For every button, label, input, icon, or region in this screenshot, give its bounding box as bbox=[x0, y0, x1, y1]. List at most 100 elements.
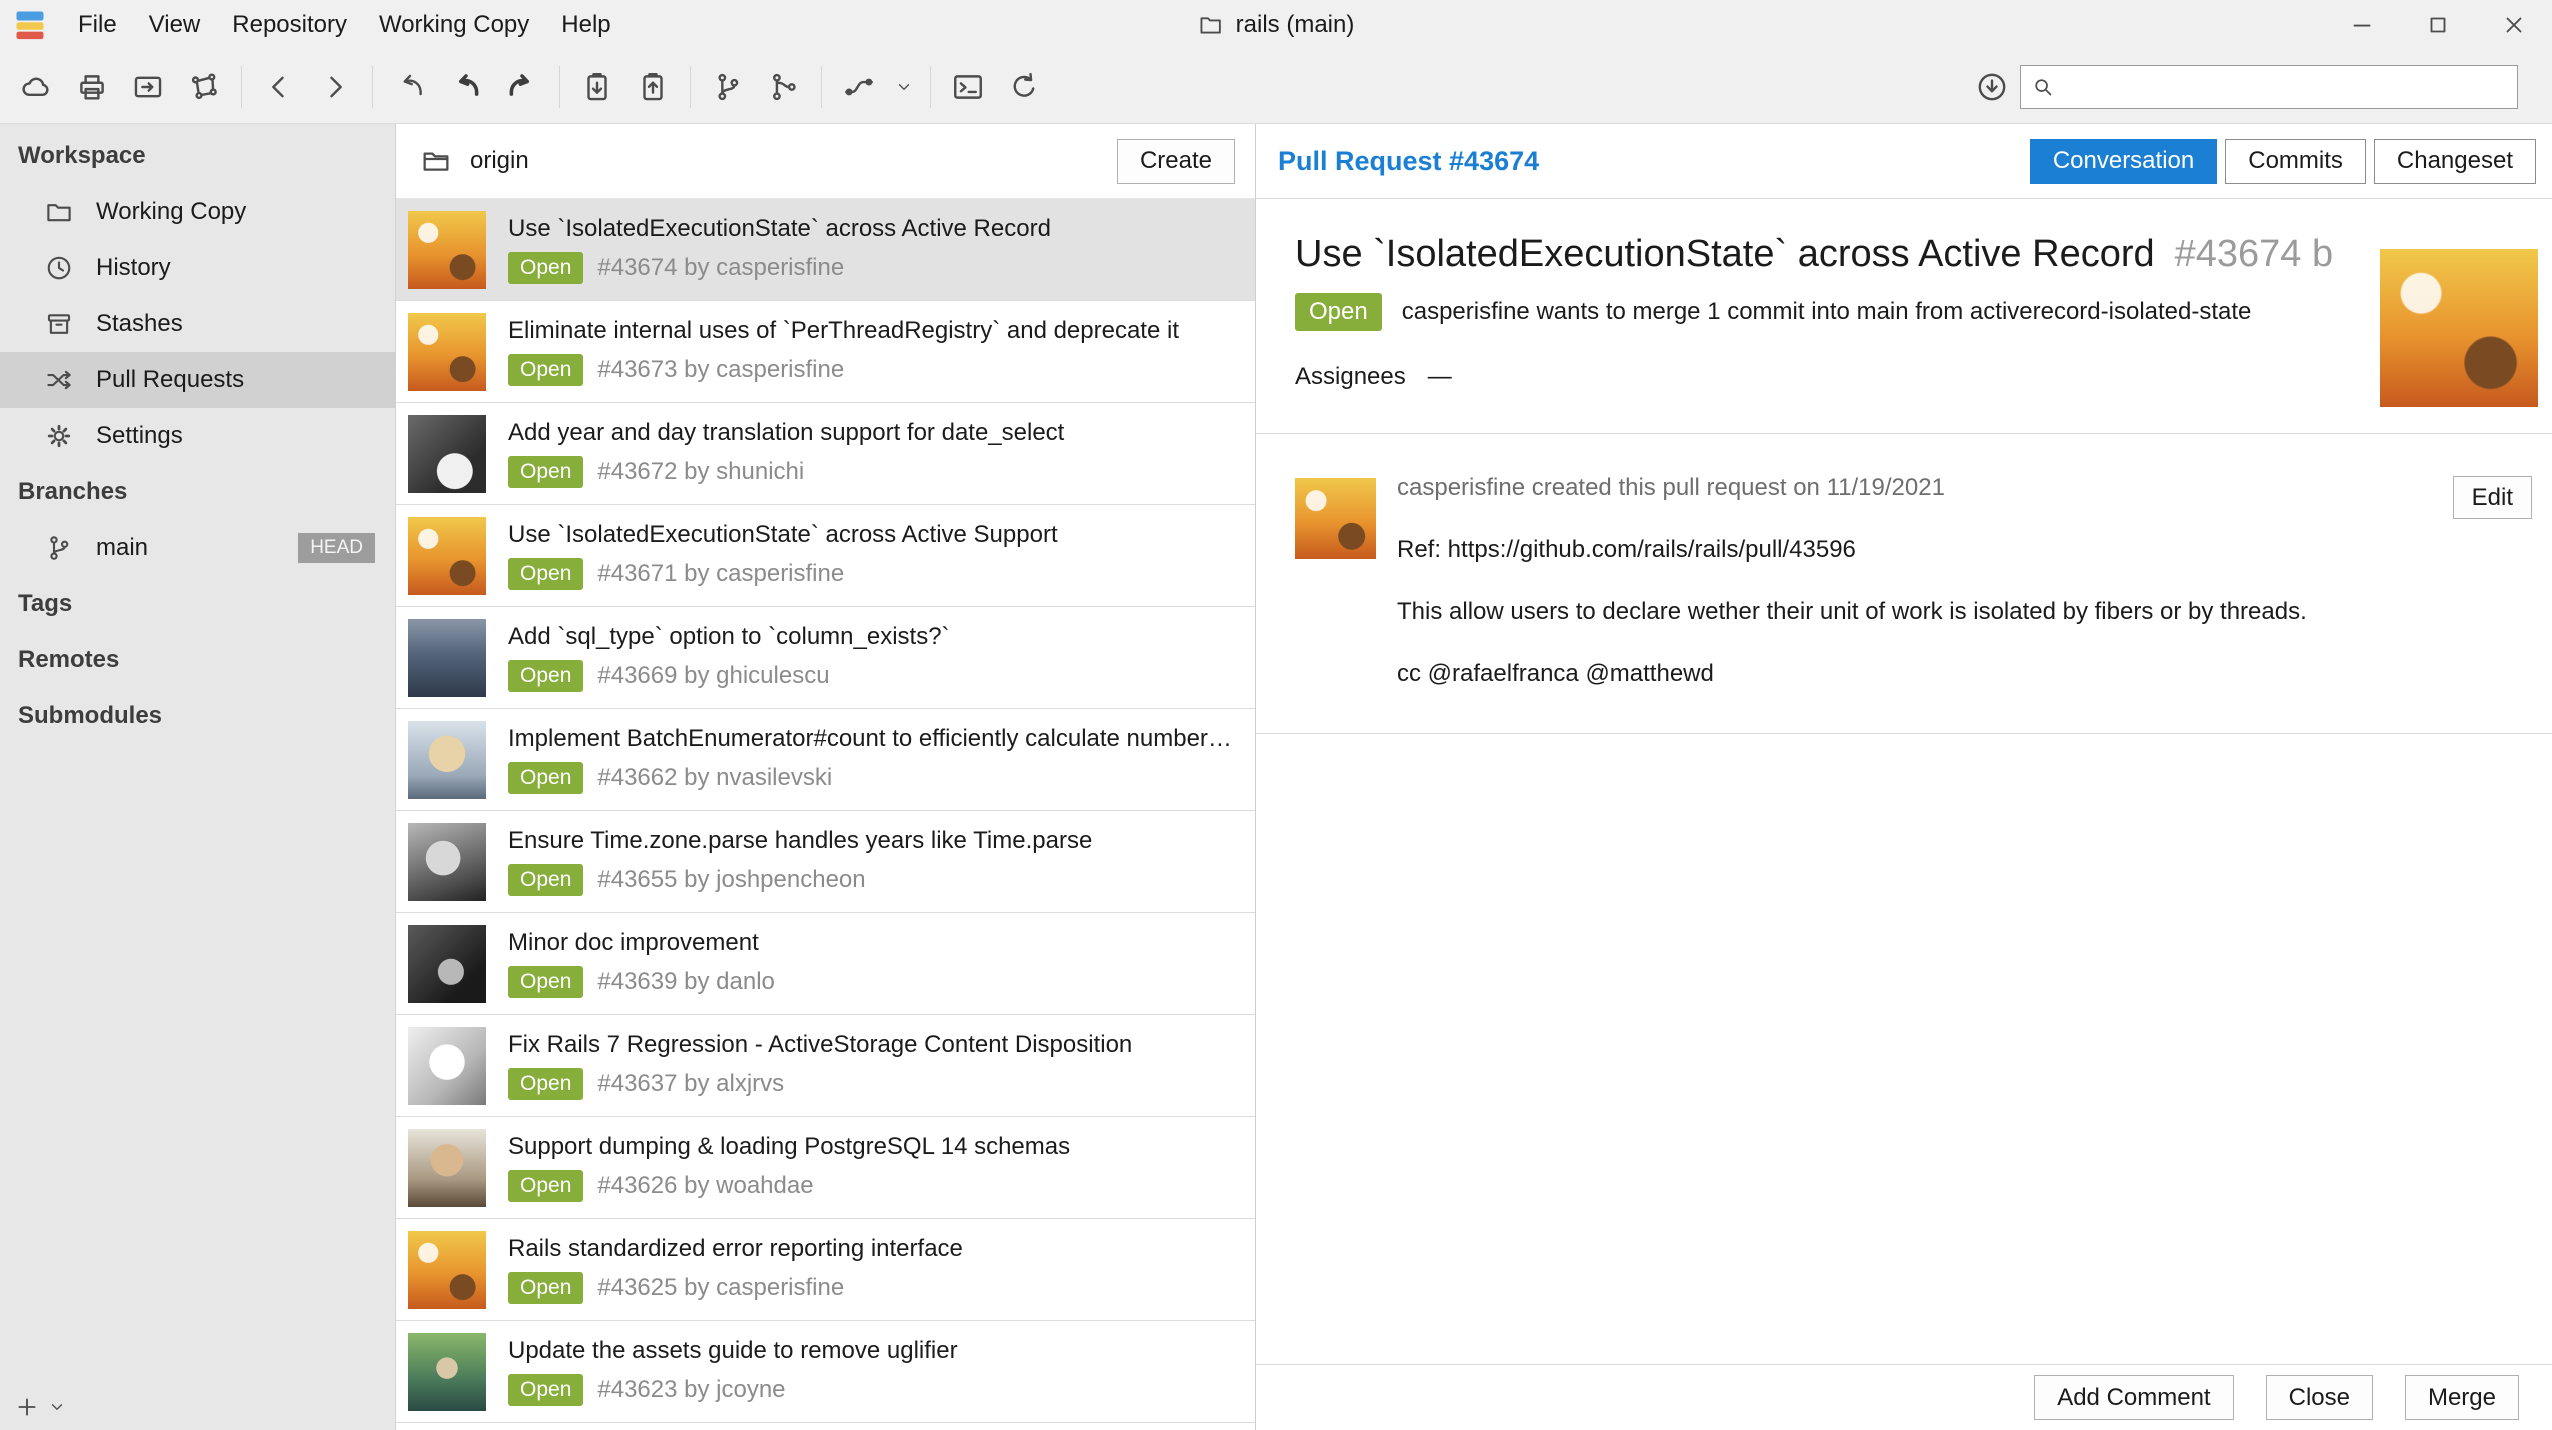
pull-request-item[interactable]: Fix Rails 7 Regression - ActiveStorage C… bbox=[396, 1015, 1255, 1117]
network-button[interactable] bbox=[176, 59, 232, 115]
pop-stash-button[interactable] bbox=[625, 59, 681, 115]
pr-item-title: Ensure Time.zone.parse handles years lik… bbox=[508, 827, 1243, 855]
pr-item-title: Use `IsolatedExecutionState` across Acti… bbox=[508, 521, 1243, 549]
terminal-button[interactable] bbox=[940, 59, 996, 115]
toolbar bbox=[0, 50, 2552, 124]
menu-items: File View Repository Working Copy Help bbox=[62, 0, 627, 50]
avatar bbox=[408, 1129, 486, 1207]
sidebar-section-branches[interactable]: Branches bbox=[0, 464, 395, 520]
merge-icon bbox=[767, 70, 801, 104]
pull-request-detail-panel: Pull Request #43674 Conversation Commits… bbox=[1256, 124, 2552, 1430]
push-button[interactable] bbox=[494, 59, 550, 115]
pr-item-meta: #43626 by woahdae bbox=[597, 1172, 813, 1200]
pull-request-item[interactable]: Implement BatchEnumerator#count to effic… bbox=[396, 709, 1255, 811]
create-pull-request-button[interactable]: Create bbox=[1117, 139, 1235, 184]
tab-conversation[interactable]: Conversation bbox=[2030, 139, 2217, 184]
pull-request-item[interactable]: Use `IsolatedExecutionState` across Acti… bbox=[396, 199, 1255, 301]
tab-commits[interactable]: Commits bbox=[2225, 139, 2366, 184]
close-pr-button[interactable]: Close bbox=[2266, 1375, 2373, 1420]
pr-item-title: Implement BatchEnumerator#count to effic… bbox=[508, 725, 1243, 753]
avatar bbox=[408, 517, 486, 595]
pr-item-meta: #43662 by nvasilevski bbox=[597, 764, 832, 792]
stash-button[interactable] bbox=[569, 59, 625, 115]
add-repository-icon[interactable] bbox=[14, 1394, 40, 1420]
pull-request-item[interactable]: Minor doc improvement Open #43639 by dan… bbox=[396, 913, 1255, 1015]
sidebar-item-label: Working Copy bbox=[96, 198, 246, 226]
status-badge: Open bbox=[1295, 293, 1382, 331]
gitflow-dropdown-button[interactable] bbox=[887, 59, 921, 115]
pr-list-rows: Use `IsolatedExecutionState` across Acti… bbox=[396, 199, 1255, 1430]
assignees-value: — bbox=[1428, 363, 1452, 391]
sidebar-item-pull-requests[interactable]: Pull Requests bbox=[0, 352, 395, 408]
pull-request-item[interactable]: Add `sql_type` option to `column_exists?… bbox=[396, 607, 1255, 709]
menu-working-copy[interactable]: Working Copy bbox=[363, 0, 545, 50]
refresh-button[interactable] bbox=[996, 59, 1052, 115]
sidebar-section-tags[interactable]: Tags bbox=[0, 576, 395, 632]
sidebar-item-working-copy[interactable]: Working Copy bbox=[0, 184, 395, 240]
assignees-label: Assignees bbox=[1295, 363, 1406, 391]
network-icon bbox=[187, 70, 221, 104]
pull-request-item[interactable]: Support dumping & loading PostgreSQL 14 … bbox=[396, 1117, 1255, 1219]
minimize-button[interactable] bbox=[2324, 0, 2400, 50]
detail-tabs: Conversation Commits Changeset bbox=[2030, 139, 2536, 184]
cloud-icon bbox=[19, 70, 53, 104]
forward-button[interactable] bbox=[307, 59, 363, 115]
menu-view[interactable]: View bbox=[133, 0, 217, 50]
refresh-icon bbox=[1007, 70, 1041, 104]
detail-footer: Add Comment Close Merge bbox=[1256, 1364, 2552, 1430]
avatar bbox=[408, 1333, 486, 1411]
search-input[interactable] bbox=[2063, 74, 2507, 100]
menu-help[interactable]: Help bbox=[545, 0, 626, 50]
app-icon[interactable] bbox=[12, 7, 48, 43]
pull-request-item[interactable]: Rails standardized error reporting inter… bbox=[396, 1219, 1255, 1321]
branch-name: main bbox=[96, 534, 148, 562]
pull-button[interactable] bbox=[438, 59, 494, 115]
edit-button[interactable]: Edit bbox=[2453, 476, 2532, 519]
pull-request-item[interactable]: Eliminate internal uses of `PerThreadReg… bbox=[396, 301, 1255, 403]
chevron-down-icon[interactable] bbox=[48, 1398, 66, 1416]
commit-button[interactable] bbox=[64, 59, 120, 115]
merge-summary: casperisfine wants to merge 1 commit int… bbox=[1402, 298, 2252, 326]
avatar bbox=[408, 619, 486, 697]
comment-author-avatar bbox=[1295, 478, 1376, 559]
merge-button[interactable]: Merge bbox=[2405, 1375, 2519, 1420]
sidebar-item-main-branch[interactable]: main HEAD bbox=[0, 520, 395, 576]
merge-branch-button[interactable] bbox=[756, 59, 812, 115]
menu-repository[interactable]: Repository bbox=[216, 0, 363, 50]
fetch-button[interactable] bbox=[382, 59, 438, 115]
detail-header-title: Pull Request #43674 bbox=[1278, 146, 1539, 177]
status-badge: Open bbox=[508, 660, 583, 692]
add-comment-button[interactable]: Add Comment bbox=[2034, 1375, 2233, 1420]
gitflow-button[interactable] bbox=[831, 59, 887, 115]
pull-request-item[interactable]: Use `IsolatedExecutionState` across Acti… bbox=[396, 505, 1255, 607]
pull-request-item[interactable]: Ensure Time.zone.parse handles years lik… bbox=[396, 811, 1255, 913]
close-window-button[interactable] bbox=[2476, 0, 2552, 50]
sidebar-item-stashes[interactable]: Stashes bbox=[0, 296, 395, 352]
detail-header: Pull Request #43674 Conversation Commits… bbox=[1256, 124, 2552, 199]
maximize-icon bbox=[2425, 12, 2451, 38]
notifications-button[interactable] bbox=[1964, 59, 2020, 115]
sidebar-item-history[interactable]: History bbox=[0, 240, 395, 296]
comment-line: Ref: https://github.com/rails/rails/pull… bbox=[1397, 536, 2392, 564]
pr-item-title: Use `IsolatedExecutionState` across Acti… bbox=[508, 215, 1243, 243]
cloud-button[interactable] bbox=[8, 59, 64, 115]
maximize-button[interactable] bbox=[2400, 0, 2476, 50]
search-icon bbox=[2031, 75, 2055, 99]
sidebar-section-remotes[interactable]: Remotes bbox=[0, 632, 395, 688]
back-button[interactable] bbox=[251, 59, 307, 115]
pr-item-title: Minor doc improvement bbox=[508, 929, 1243, 957]
pr-item-meta: #43623 by jcoyne bbox=[597, 1376, 785, 1404]
menu-file[interactable]: File bbox=[62, 0, 133, 50]
avatar bbox=[408, 211, 486, 289]
pull-request-item[interactable]: Add year and day translation support for… bbox=[396, 403, 1255, 505]
open-in-button[interactable] bbox=[120, 59, 176, 115]
status-badge: Open bbox=[508, 1170, 583, 1202]
pull-request-item[interactable]: Update the assets guide to remove uglifi… bbox=[396, 1321, 1255, 1423]
tab-changeset[interactable]: Changeset bbox=[2374, 139, 2536, 184]
close-icon bbox=[2501, 12, 2527, 38]
create-branch-button[interactable] bbox=[700, 59, 756, 115]
sidebar-item-settings[interactable]: Settings bbox=[0, 408, 395, 464]
sidebar-item-label: Settings bbox=[96, 422, 183, 450]
sidebar-section-submodules[interactable]: Submodules bbox=[0, 688, 395, 744]
sidebar-item-label: History bbox=[96, 254, 171, 282]
